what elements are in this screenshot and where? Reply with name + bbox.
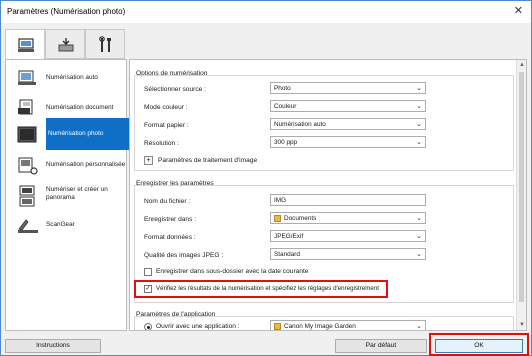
chevron-down-icon: ⌄ [416, 233, 422, 240]
custom-scan-icon [18, 157, 38, 175]
subfolder-label: Enregistrer dans sous-dossier avec la da… [156, 268, 309, 275]
image-processing-label: Paramètres de traitement d'image [158, 157, 258, 164]
open-with-radio[interactable] [144, 323, 152, 330]
panorama-icon [19, 185, 35, 207]
sidebar-item-label-line2: panorama [46, 194, 75, 201]
scangear-icon [18, 219, 38, 233]
data-format-label: Format données : [144, 234, 196, 241]
paper-size-value: Numérisation auto [274, 121, 326, 128]
app-icon [274, 323, 281, 330]
ok-button[interactable]: OK [435, 339, 523, 353]
data-format-value: JPEG/Exif [274, 233, 304, 240]
defaults-button[interactable]: Par défaut [335, 339, 427, 353]
color-mode-select[interactable]: Couleur ⌄ [270, 100, 426, 112]
title-bar: Paramètres (Numérisation photo) ✕ [1, 1, 531, 23]
paper-size-select[interactable]: Numérisation auto ⌄ [270, 118, 426, 130]
scanner-save-icon [58, 38, 74, 52]
chevron-down-icon: ⌄ [416, 103, 422, 110]
chevron-down-icon: ⌄ [416, 85, 422, 92]
expand-image-processing-button[interactable]: + [144, 156, 153, 165]
sidebar-item-scangear[interactable]: ScanGear [6, 212, 126, 240]
filename-input[interactable]: IMG [270, 194, 426, 206]
jpeg-quality-value: Standard [274, 251, 300, 258]
open-with-label: Ouvrir avec une application : [156, 323, 240, 330]
close-icon[interactable]: ✕ [514, 5, 523, 17]
sidebar-item-label: Numérisation auto [46, 74, 98, 81]
chevron-down-icon: ⌄ [416, 215, 422, 222]
color-mode-label: Mode couleur : [144, 104, 188, 111]
sidebar-item-label: Numérisation photo [48, 130, 104, 137]
paper-size-label: Format papier : [144, 122, 189, 129]
save-in-value: Documents [284, 215, 317, 222]
open-with-value: Canon My Image Garden [284, 323, 356, 330]
color-mode-value: Couleur [274, 103, 297, 110]
auto-scan-icon [18, 70, 36, 85]
resolution-select[interactable]: 300 ppp ⌄ [270, 136, 426, 148]
tools-icon [99, 36, 111, 52]
panel-scrollbar[interactable]: ▲ ▼ [516, 60, 526, 330]
document-scan-icon [18, 99, 33, 115]
window-title: Paramètres (Numérisation photo) [7, 7, 126, 16]
tab-scan-from-panel[interactable] [45, 29, 85, 59]
sidebar-item-label: ScanGear [46, 221, 75, 228]
sidebar-item-photo-scan[interactable]: Numérisation photo [46, 118, 130, 150]
open-with-select[interactable]: Canon My Image Garden ⌄ [270, 320, 426, 330]
save-in-select[interactable]: Documents ⌄ [270, 212, 426, 224]
sidebar-item-label: Numérisation personnalisée [46, 161, 126, 168]
chevron-down-icon: ⌄ [416, 251, 422, 258]
scanner-computer-icon [18, 38, 34, 52]
verify-results-checkbox[interactable]: ✓ [144, 285, 152, 293]
scrollbar-thumb[interactable] [519, 72, 524, 302]
sidebar-item-label-line1: Numériser et créer un [46, 186, 108, 193]
folder-icon [274, 215, 281, 222]
save-in-label: Enregistrer dans : [144, 216, 197, 223]
sidebar-item-panorama[interactable]: Numériser et créer un panorama [6, 180, 126, 210]
settings-panel: Options de numérisation Sélectionner sou… [129, 59, 527, 331]
jpeg-quality-select[interactable]: Standard ⌄ [270, 248, 426, 260]
resolution-label: Résolution : [144, 140, 179, 147]
filename-value: IMG [274, 197, 287, 204]
source-select[interactable]: Photo ⌄ [270, 82, 426, 94]
sidebar-item-custom-scan[interactable]: Numérisation personnalisée [6, 152, 126, 180]
scroll-down-icon[interactable]: ▼ [519, 322, 525, 328]
chevron-down-icon: ⌄ [416, 121, 422, 128]
tab-scan-from-computer[interactable] [5, 29, 45, 60]
settings-window: Paramètres (Numérisation photo) ✕ Numéri… [0, 0, 532, 356]
subfolder-checkbox[interactable] [144, 268, 152, 276]
verify-results-label: Vérifiez les résultats de la numérisatio… [156, 285, 380, 292]
scan-type-sidebar: Numérisation auto Numérisation document … [5, 59, 130, 331]
filename-label: Nom du fichier : [144, 198, 191, 205]
data-format-select[interactable]: JPEG/Exif ⌄ [270, 230, 426, 242]
instructions-button[interactable]: Instructions [5, 339, 101, 353]
resolution-value: 300 ppp [274, 139, 298, 146]
tab-general-settings[interactable] [85, 29, 125, 59]
jpeg-quality-label: Qualité des images JPEG : [144, 252, 224, 259]
source-value: Photo [274, 85, 291, 92]
chevron-down-icon: ⌄ [416, 139, 422, 146]
scroll-up-icon[interactable]: ▲ [519, 62, 525, 68]
source-label: Sélectionner source : [144, 86, 206, 93]
sidebar-item-label: Numérisation document [46, 104, 114, 111]
chevron-down-icon: ⌄ [416, 323, 422, 330]
photo-scan-icon [17, 126, 37, 143]
sidebar-item-auto-scan[interactable]: Numérisation auto [6, 64, 126, 92]
